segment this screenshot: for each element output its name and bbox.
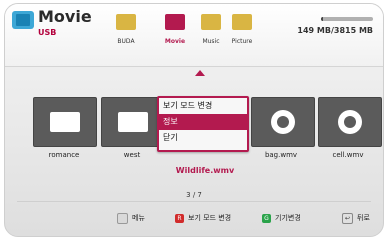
folder-icon [118, 112, 148, 132]
selected-file-label: Wildlife.wmv [175, 166, 235, 175]
page-indicator: 3 / 7 [186, 191, 202, 199]
header: Movie USB BUDA Movie Music Picture 149 M… [5, 4, 383, 67]
back-key-icon: ↩ [342, 212, 353, 224]
footer-menu-label: 메뉴 [132, 214, 145, 222]
footer-device-change[interactable]: G 기기변경 [262, 211, 301, 225]
film-reel-icon [338, 110, 362, 134]
media-browser: Movie USB BUDA Movie Music Picture 149 M… [4, 3, 384, 237]
file-label: bag.wmv [264, 151, 298, 159]
file-label: romance [48, 151, 80, 159]
footer-back-label: 뒤로 [357, 214, 370, 222]
storage-text: 149 MB/3815 MB [297, 26, 373, 35]
film-reel-icon [271, 110, 295, 134]
file-thumb-bag[interactable] [251, 97, 315, 147]
storage-fill [321, 17, 324, 21]
tab-label: Picture [231, 38, 253, 45]
menu-item-close[interactable]: 닫기 [159, 130, 247, 146]
tab-picture[interactable]: Picture [213, 14, 271, 58]
storage-bar [321, 17, 373, 21]
movie-icon [12, 11, 34, 29]
menu-key-icon [117, 212, 128, 224]
divider [17, 201, 371, 202]
context-menu: 보기 모드 변경 정보 닫기 [157, 96, 249, 152]
file-thumb-west[interactable] [101, 97, 165, 147]
folder-icon [232, 14, 252, 30]
footer-green-label: 기기변경 [275, 214, 301, 222]
file-thumb-cell[interactable] [318, 97, 382, 147]
page-title: Movie [38, 7, 92, 26]
folder-icon [50, 112, 80, 132]
folder-icon [116, 14, 136, 30]
red-key-icon: R [175, 213, 184, 223]
file-thumb-romance[interactable] [33, 97, 97, 147]
menu-item-info[interactable]: 정보 [159, 114, 247, 130]
footer-back[interactable]: ↩ 뒤로 [342, 211, 370, 225]
footer-menu[interactable]: 메뉴 [117, 211, 145, 225]
file-label: cell.wmv [332, 151, 364, 159]
footer-red-label: 보기 모드 변경 [188, 214, 232, 222]
menu-item-view-mode[interactable]: 보기 모드 변경 [159, 98, 247, 114]
green-key-icon: G [262, 213, 271, 223]
file-label: west [123, 151, 141, 159]
footer: 메뉴 R 보기 모드 변경 G 기기변경 ↩ 뒤로 [5, 211, 383, 227]
footer-view-mode[interactable]: R 보기 모드 변경 [175, 211, 231, 225]
source-label: USB [38, 28, 57, 37]
scroll-up-icon[interactable] [195, 70, 205, 76]
